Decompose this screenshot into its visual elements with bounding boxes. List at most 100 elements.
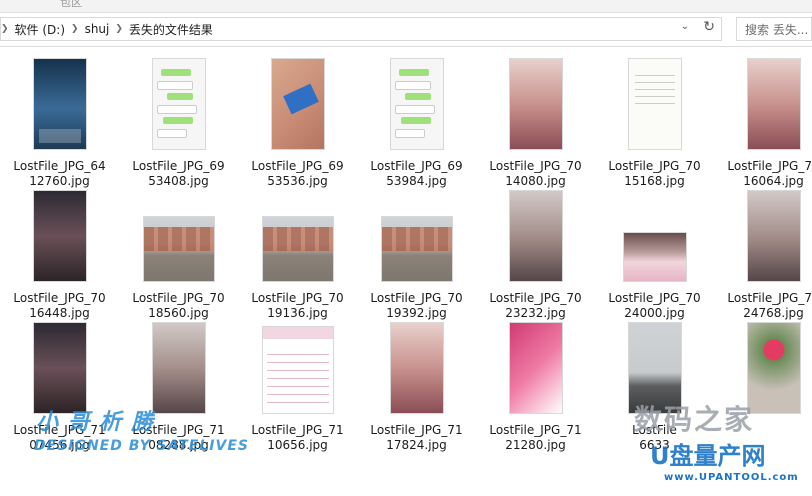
file-name-line1: LostFile_JPG_70 <box>608 159 701 173</box>
file-thumbnail[interactable] <box>33 322 87 414</box>
file-thumbnail[interactable] <box>747 58 801 150</box>
watermark-right-upan: U盘量产网 <box>650 442 766 470</box>
breadcrumb-drive[interactable]: 软件 (D:) <box>9 21 71 38</box>
file-name-line1: LostFile_JPG_69 <box>370 159 463 173</box>
explorer-toolbar: ❯ 软件 (D:) ❯ shuj ❯ 丢失的文件结果 ⌄ ↻ 搜索 丢失... <box>0 13 812 47</box>
file-name-line1: LostFile_JPG_70 <box>489 291 582 305</box>
file-thumbnail[interactable] <box>262 216 334 282</box>
breadcrumb-lost-files[interactable]: 丢失的文件结果 <box>123 21 219 38</box>
file-thumbnail[interactable] <box>152 322 206 414</box>
file-name[interactable]: LostFile_JPG_70 19136.jpg <box>238 291 357 321</box>
file-name-line1: LostFile_JPG_71 <box>489 423 582 437</box>
file-name-line2: 18560.jpg <box>148 306 209 320</box>
chevron-right-icon: ❯ <box>1 24 9 34</box>
file-name-line1: LostFile_JPG_70 <box>489 159 582 173</box>
file-tile[interactable]: LostFile_JPG_70 23232.jpg <box>476 188 595 320</box>
file-name[interactable]: LostFile_JPG_70 19392.jpg <box>357 291 476 321</box>
file-name-line2: 14080.jpg <box>505 174 566 188</box>
file-name-line1: LostFile_JPG_71 <box>370 423 463 437</box>
chat-bubble <box>395 129 425 138</box>
search-input[interactable]: 搜索 丢失... <box>736 17 812 41</box>
file-tile[interactable]: LostFile_JPG_70 19392.jpg <box>357 188 476 320</box>
file-thumbnail[interactable] <box>271 58 325 150</box>
refresh-icon[interactable]: ↻ <box>703 19 715 35</box>
file-name-line1: LostFile_JPG_70 <box>251 291 344 305</box>
file-name[interactable]: LostFile_JPG_70 14080.jpg <box>476 159 595 189</box>
file-tile[interactable]: LostFile_JPG_70 14080.jpg <box>476 56 595 188</box>
file-tile[interactable]: LostFile_JPG_71 21280.jpg <box>476 320 595 452</box>
file-thumbnail[interactable] <box>390 322 444 414</box>
file-tile[interactable]: LostFile_JPG_70 19136.jpg <box>238 188 357 320</box>
watermark-left-designed-by: DESIGNED BY SATELIVES <box>34 438 249 454</box>
file-name-line1: LostFile_JPG_70 <box>132 291 225 305</box>
file-name[interactable]: LostFile_JPG_69 53984.jpg <box>357 159 476 189</box>
file-thumbnail[interactable] <box>628 58 682 150</box>
window-title-strip: 包区 <box>0 0 812 13</box>
file-name-line1: LostFile_JPG_69 <box>251 159 344 173</box>
file-thumbnail[interactable] <box>509 322 563 414</box>
file-name-line2: 53984.jpg <box>386 174 447 188</box>
file-name-line1: LostFile_JPG_70 <box>727 291 812 305</box>
file-name[interactable]: LostFile_JPG_69 53408.jpg <box>119 159 238 189</box>
file-name[interactable]: LostFile_JPG_64 12760.jpg <box>0 159 119 189</box>
file-name[interactable]: LostFile_JPG_71 21280.jpg <box>476 423 595 453</box>
file-tile[interactable]: LostFile_JPG_64 12760.jpg <box>0 56 119 188</box>
file-thumbnail[interactable] <box>623 232 687 282</box>
file-name[interactable]: LostFile_JPG_70 15168.jpg <box>595 159 714 189</box>
file-name-line2: 16448.jpg <box>29 306 90 320</box>
file-tile[interactable]: LostFile_JPG_70 16064.jpg <box>714 56 812 188</box>
file-tile[interactable]: LostFile_JPG_70 18560.jpg <box>119 188 238 320</box>
file-name[interactable]: LostFile_JPG_70 18560.jpg <box>119 291 238 321</box>
chat-bubble <box>395 105 435 114</box>
file-name-line2: 23232.jpg <box>505 306 566 320</box>
file-tile[interactable]: LostFile_JPG_71 17824.jpg <box>357 320 476 452</box>
file-tile[interactable]: LostFile_JPG_70 24000.jpg <box>595 188 714 320</box>
chat-bubble <box>161 69 191 76</box>
watermark-left: 小 哥 析 勝 <box>36 410 154 435</box>
file-thumbnail[interactable] <box>33 58 87 150</box>
file-tile[interactable]: LostFile_JPG_70 24768.jpg <box>714 188 812 320</box>
file-name[interactable]: LostFile_JPG_69 53536.jpg <box>238 159 357 189</box>
file-tile[interactable]: LostFile_JPG_69 53984.jpg <box>357 56 476 188</box>
file-name-line1: LostFile_JPG_70 <box>608 291 701 305</box>
file-thumbnail[interactable] <box>747 322 801 414</box>
file-thumbnail[interactable] <box>143 216 215 282</box>
file-thumbnail[interactable] <box>262 326 334 414</box>
file-tile[interactable]: LostFile_JPG_69 53408.jpg <box>119 56 238 188</box>
file-name[interactable]: LostFile_JPG_70 16448.jpg <box>0 291 119 321</box>
file-name[interactable]: LostFile_JPG_70 24768.jpg <box>714 291 812 321</box>
file-thumbnail[interactable] <box>390 58 444 150</box>
chevron-down-icon[interactable]: ⌄ <box>681 21 689 32</box>
chat-bubble <box>395 81 431 90</box>
file-tile[interactable]: LostFile_JPG_70 15168.jpg <box>595 56 714 188</box>
file-name-line1: LostFile_JPG_69 <box>132 159 225 173</box>
file-name[interactable]: LostFile_JPG_70 23232.jpg <box>476 291 595 321</box>
file-name[interactable]: LostFile_JPG_70 16064.jpg <box>714 159 812 189</box>
chat-bubble <box>401 117 431 124</box>
file-tile[interactable]: LostFile_JPG_71 10656.jpg <box>238 320 357 452</box>
file-tile[interactable]: LostFile_JPG_69 53536.jpg <box>238 56 357 188</box>
file-thumbnail[interactable] <box>747 190 801 282</box>
file-thumbnail[interactable] <box>152 58 206 150</box>
file-name-line2: 16064.jpg <box>743 174 804 188</box>
file-name[interactable]: LostFile_JPG_71 17824.jpg <box>357 423 476 453</box>
address-bar[interactable]: ❯ 软件 (D:) ❯ shuj ❯ 丢失的文件结果 ⌄ ↻ <box>0 17 722 41</box>
file-thumbnail[interactable] <box>509 58 563 150</box>
chevron-right-icon: ❯ <box>71 24 79 34</box>
chat-bubble <box>405 93 431 100</box>
breadcrumb-shuj[interactable]: shuj <box>79 22 116 36</box>
watermark-right-shuma: 数码之家 <box>634 403 755 436</box>
watermark-right-url: www.UPANTOOL.com <box>664 472 799 483</box>
chat-bubble <box>167 93 193 100</box>
chat-bubble <box>157 129 187 138</box>
file-name[interactable]: LostFile_JPG_71 10656.jpg <box>238 423 357 453</box>
file-name-line2: 21280.jpg <box>505 438 566 452</box>
file-name-line2: 53536.jpg <box>267 174 328 188</box>
file-thumbnail[interactable] <box>381 216 453 282</box>
chevron-right-icon: ❯ <box>115 24 123 34</box>
file-name-line2: 15168.jpg <box>624 174 685 188</box>
file-name[interactable]: LostFile_JPG_70 24000.jpg <box>595 291 714 321</box>
file-thumbnail[interactable] <box>509 190 563 282</box>
file-tile[interactable]: LostFile_JPG_70 16448.jpg <box>0 188 119 320</box>
file-thumbnail[interactable] <box>33 190 87 282</box>
